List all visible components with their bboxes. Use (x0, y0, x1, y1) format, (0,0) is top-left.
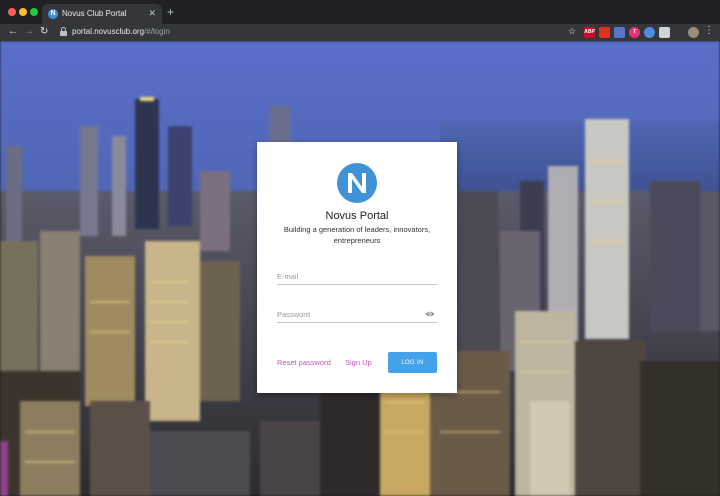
novus-logo-icon (337, 163, 377, 203)
forward-arrow-icon[interactable]: → (24, 26, 34, 38)
lock-icon (60, 27, 67, 36)
t-icon[interactable]: T (629, 27, 640, 38)
email-input[interactable] (277, 269, 422, 284)
tab-title: Novus Club Portal (62, 9, 127, 18)
password-input[interactable] (277, 307, 422, 322)
url-host: portal.novusclub.org (72, 27, 145, 36)
back-arrow-icon[interactable]: ← (8, 26, 18, 38)
new-tab-icon[interactable]: + (167, 6, 174, 18)
url-path: /#/login (144, 27, 170, 36)
browser-toolbar: ← → ↻ portal.novusclub.org/#/login ☆ ABP… (0, 24, 720, 41)
show-password-eye-icon[interactable] (425, 310, 435, 318)
login-card: Novus Portal Building a generation of le… (257, 142, 457, 393)
address-bar[interactable]: portal.novusclub.org/#/login ☆ (56, 26, 580, 39)
badge-icon[interactable] (614, 27, 625, 38)
tab-close-icon[interactable]: ✕ (148, 8, 156, 18)
maximize-window-button[interactable] (30, 8, 38, 16)
sign-up-link[interactable]: Sign Up (345, 358, 372, 367)
profile-avatar[interactable] (688, 27, 699, 38)
window-icon[interactable] (659, 27, 670, 38)
red-drop-icon[interactable] (599, 27, 610, 38)
blue-circle-icon[interactable] (644, 27, 655, 38)
browser-tab[interactable]: N Novus Club Portal ✕ (42, 4, 162, 24)
minimize-window-button[interactable] (19, 8, 27, 16)
url-text[interactable]: portal.novusclub.org/#/login (72, 27, 170, 36)
novus-favicon-icon: N (48, 9, 58, 19)
portal-subtitle: Building a generation of leaders, innova… (283, 225, 431, 245)
email-field (277, 269, 437, 285)
reload-icon[interactable]: ↻ (40, 26, 48, 38)
close-window-button[interactable] (8, 8, 16, 16)
browser-tab-bar: N Novus Club Portal ✕ + (0, 0, 720, 24)
extensions-bar: ABP T (584, 27, 670, 39)
reset-password-link[interactable]: Reset password (277, 358, 331, 367)
browser-menu-icon[interactable]: ⋮ (704, 25, 714, 37)
log-in-button[interactable]: LOG IN (388, 352, 437, 373)
portal-title: Novus Portal (325, 210, 389, 222)
password-field (277, 307, 437, 323)
abp-icon[interactable]: ABP (584, 27, 595, 38)
bookmark-star-icon[interactable]: ☆ (568, 26, 576, 37)
